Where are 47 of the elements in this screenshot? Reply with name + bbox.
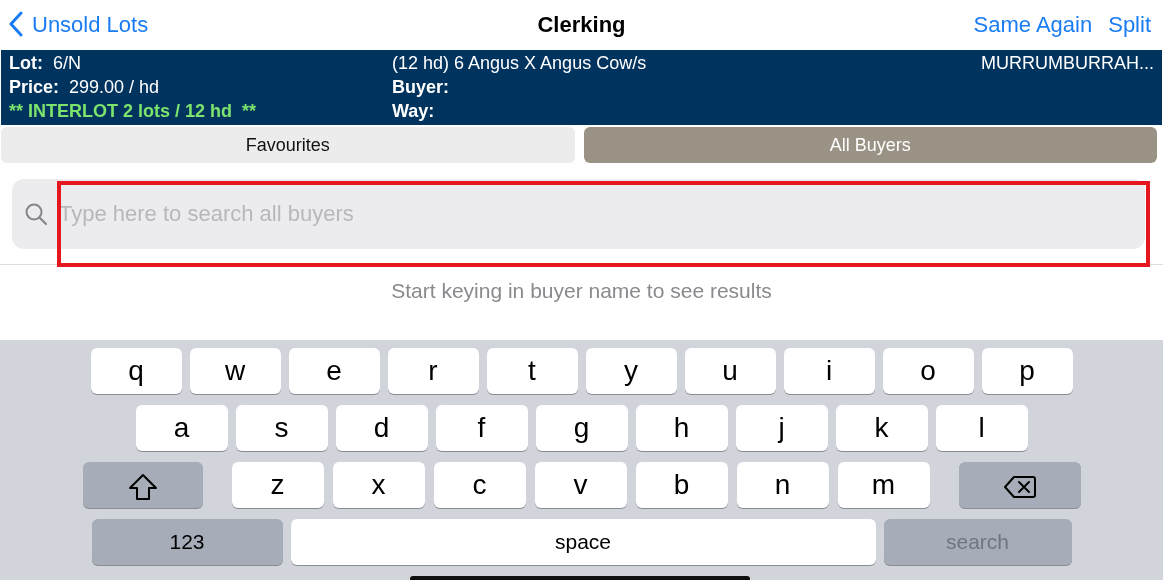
location-text: MURRUMBURRAH... [981, 52, 1154, 75]
backspace-icon [1003, 474, 1036, 499]
keyboard-key[interactable]: z [231, 462, 324, 508]
keyboard-key[interactable]: p [981, 348, 1073, 394]
search-icon [24, 202, 48, 226]
backspace-key[interactable] [958, 462, 1081, 508]
price-label: Price: 299.00 / hd [9, 76, 161, 99]
buyer-label: Buyer: [392, 76, 450, 99]
keyboard-key[interactable]: i [783, 348, 875, 394]
keyboard-key[interactable]: d [335, 405, 428, 451]
keyboard-key[interactable]: v [534, 462, 627, 508]
keyboard-key[interactable]: c [433, 462, 526, 508]
interlot-text: ** INTERLOT 2 lots / 12 hd ** [9, 100, 258, 123]
keyboard-key[interactable]: f [435, 405, 528, 451]
keyboard-key[interactable]: n [736, 462, 829, 508]
keyboard-key[interactable]: l [935, 405, 1028, 451]
nav-action-button[interactable]: Split [1108, 7, 1151, 41]
shift-key[interactable] [82, 462, 203, 508]
keyboard-key[interactable]: k [835, 405, 928, 451]
back-chevron-icon [8, 11, 24, 37]
numbers-key[interactable]: 123 [91, 519, 283, 565]
keyboard-key[interactable]: s [235, 405, 328, 451]
way-label: Way: [392, 100, 436, 123]
keyboard-key[interactable]: o [882, 348, 974, 394]
shift-arrow-icon [127, 472, 158, 501]
keyboard-key[interactable]: h [635, 405, 728, 451]
keyboard-key[interactable]: e [288, 348, 380, 394]
page-title: Clerking [537, 10, 626, 39]
keyboard-key[interactable]: r [387, 348, 479, 394]
lot-description: (12 hd) 6 Angus X Angus Cow/s [392, 52, 648, 75]
keyboard-key[interactable]: t [486, 348, 578, 394]
keyboard-key[interactable]: j [735, 405, 828, 451]
keyboard-key[interactable]: m [837, 462, 930, 508]
hint-text: Start keying in buyer name to see results [390, 278, 773, 304]
keyboard-key[interactable]: y [585, 348, 677, 394]
segment-tab[interactable]: Favourites [1, 127, 575, 163]
keyboard-key[interactable]: b [635, 462, 728, 508]
keyboard-key[interactable]: x [332, 462, 425, 508]
keyboard-key[interactable]: g [535, 405, 628, 451]
nav-action-button[interactable]: Same Again [973, 7, 1093, 41]
space-key[interactable]: space [290, 519, 876, 565]
keyboard-key[interactable]: a [135, 405, 228, 451]
lot-label: Lot: 6/N [9, 52, 82, 75]
keyboard-key[interactable]: w [189, 348, 281, 394]
keyboard-key[interactable]: q [90, 348, 182, 394]
back-button[interactable]: Unsold Lots [8, 7, 149, 41]
keyboard-key[interactable]: u [684, 348, 776, 394]
